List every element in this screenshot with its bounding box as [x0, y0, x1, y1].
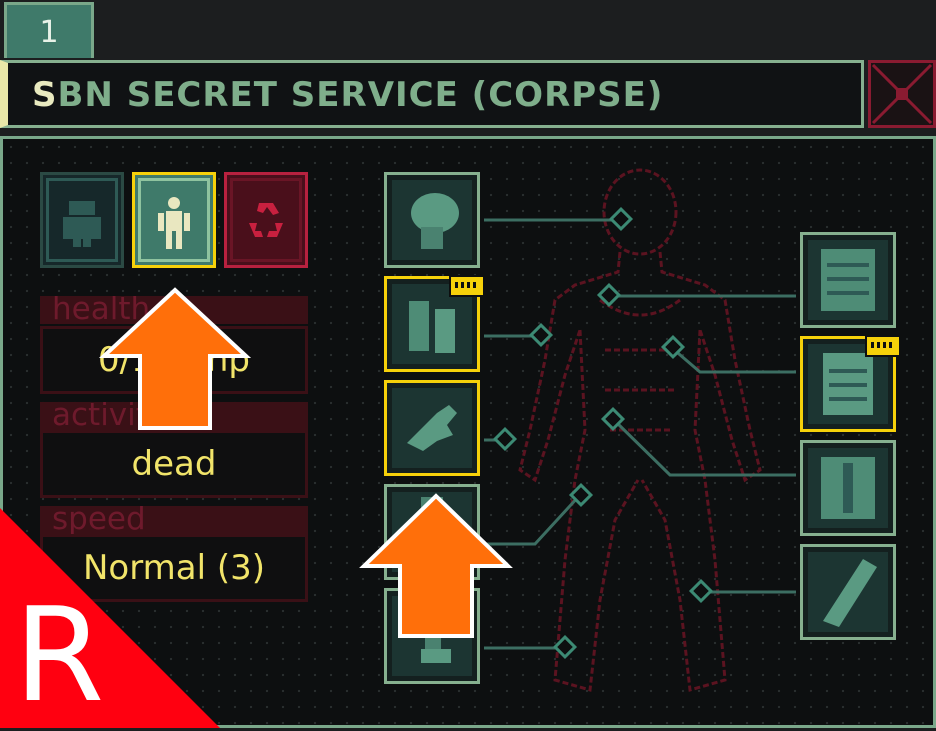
recycle-icon	[249, 203, 283, 237]
slot-right-leg[interactable]	[800, 544, 896, 640]
close-button[interactable]	[868, 60, 936, 128]
window-title: SBN SECRET SERVICE (CORPSE)	[32, 75, 663, 115]
armor-icon	[63, 201, 101, 247]
body-tab-button[interactable]	[132, 172, 216, 268]
abdomen-limb-icon	[821, 457, 875, 519]
slot-chest[interactable]	[800, 232, 896, 328]
title-bar: SBN SECRET SERVICE (CORPSE)	[0, 60, 864, 128]
armor-tab-button[interactable]	[40, 172, 124, 268]
slot-torso[interactable]	[800, 335, 901, 432]
speed-label: speed	[40, 506, 308, 534]
leg-limb-icon	[421, 497, 443, 567]
activity-value: dead	[40, 430, 308, 498]
health-value: 0/100 hp	[40, 326, 308, 394]
corner-badge-letter: R	[14, 579, 105, 731]
hand-limb-icon	[407, 405, 457, 451]
title-first-letter: S	[32, 75, 58, 115]
close-icon	[871, 63, 933, 125]
right-leg-limb-icon	[823, 559, 877, 627]
slot-hand[interactable]	[384, 380, 480, 476]
chip-icon	[865, 335, 901, 357]
slot-head[interactable]	[384, 172, 480, 268]
head-limb-icon	[411, 193, 459, 249]
slot-abdomen[interactable]	[800, 440, 896, 536]
recycle-tab-button[interactable]	[224, 172, 308, 268]
body-icon	[158, 197, 190, 249]
tab-1[interactable]: 1	[4, 2, 94, 58]
chip-icon	[449, 275, 485, 297]
foot-limb-icon	[421, 601, 451, 663]
title-rest: BN SECRET SERVICE (CORPSE)	[57, 75, 664, 115]
health-label: health	[40, 296, 308, 324]
slot-leg[interactable]	[384, 484, 480, 580]
slot-foot[interactable]	[384, 588, 480, 684]
activity-label: activity	[40, 402, 308, 430]
chest-limb-icon	[821, 249, 875, 311]
slot-arm[interactable]	[384, 275, 485, 372]
